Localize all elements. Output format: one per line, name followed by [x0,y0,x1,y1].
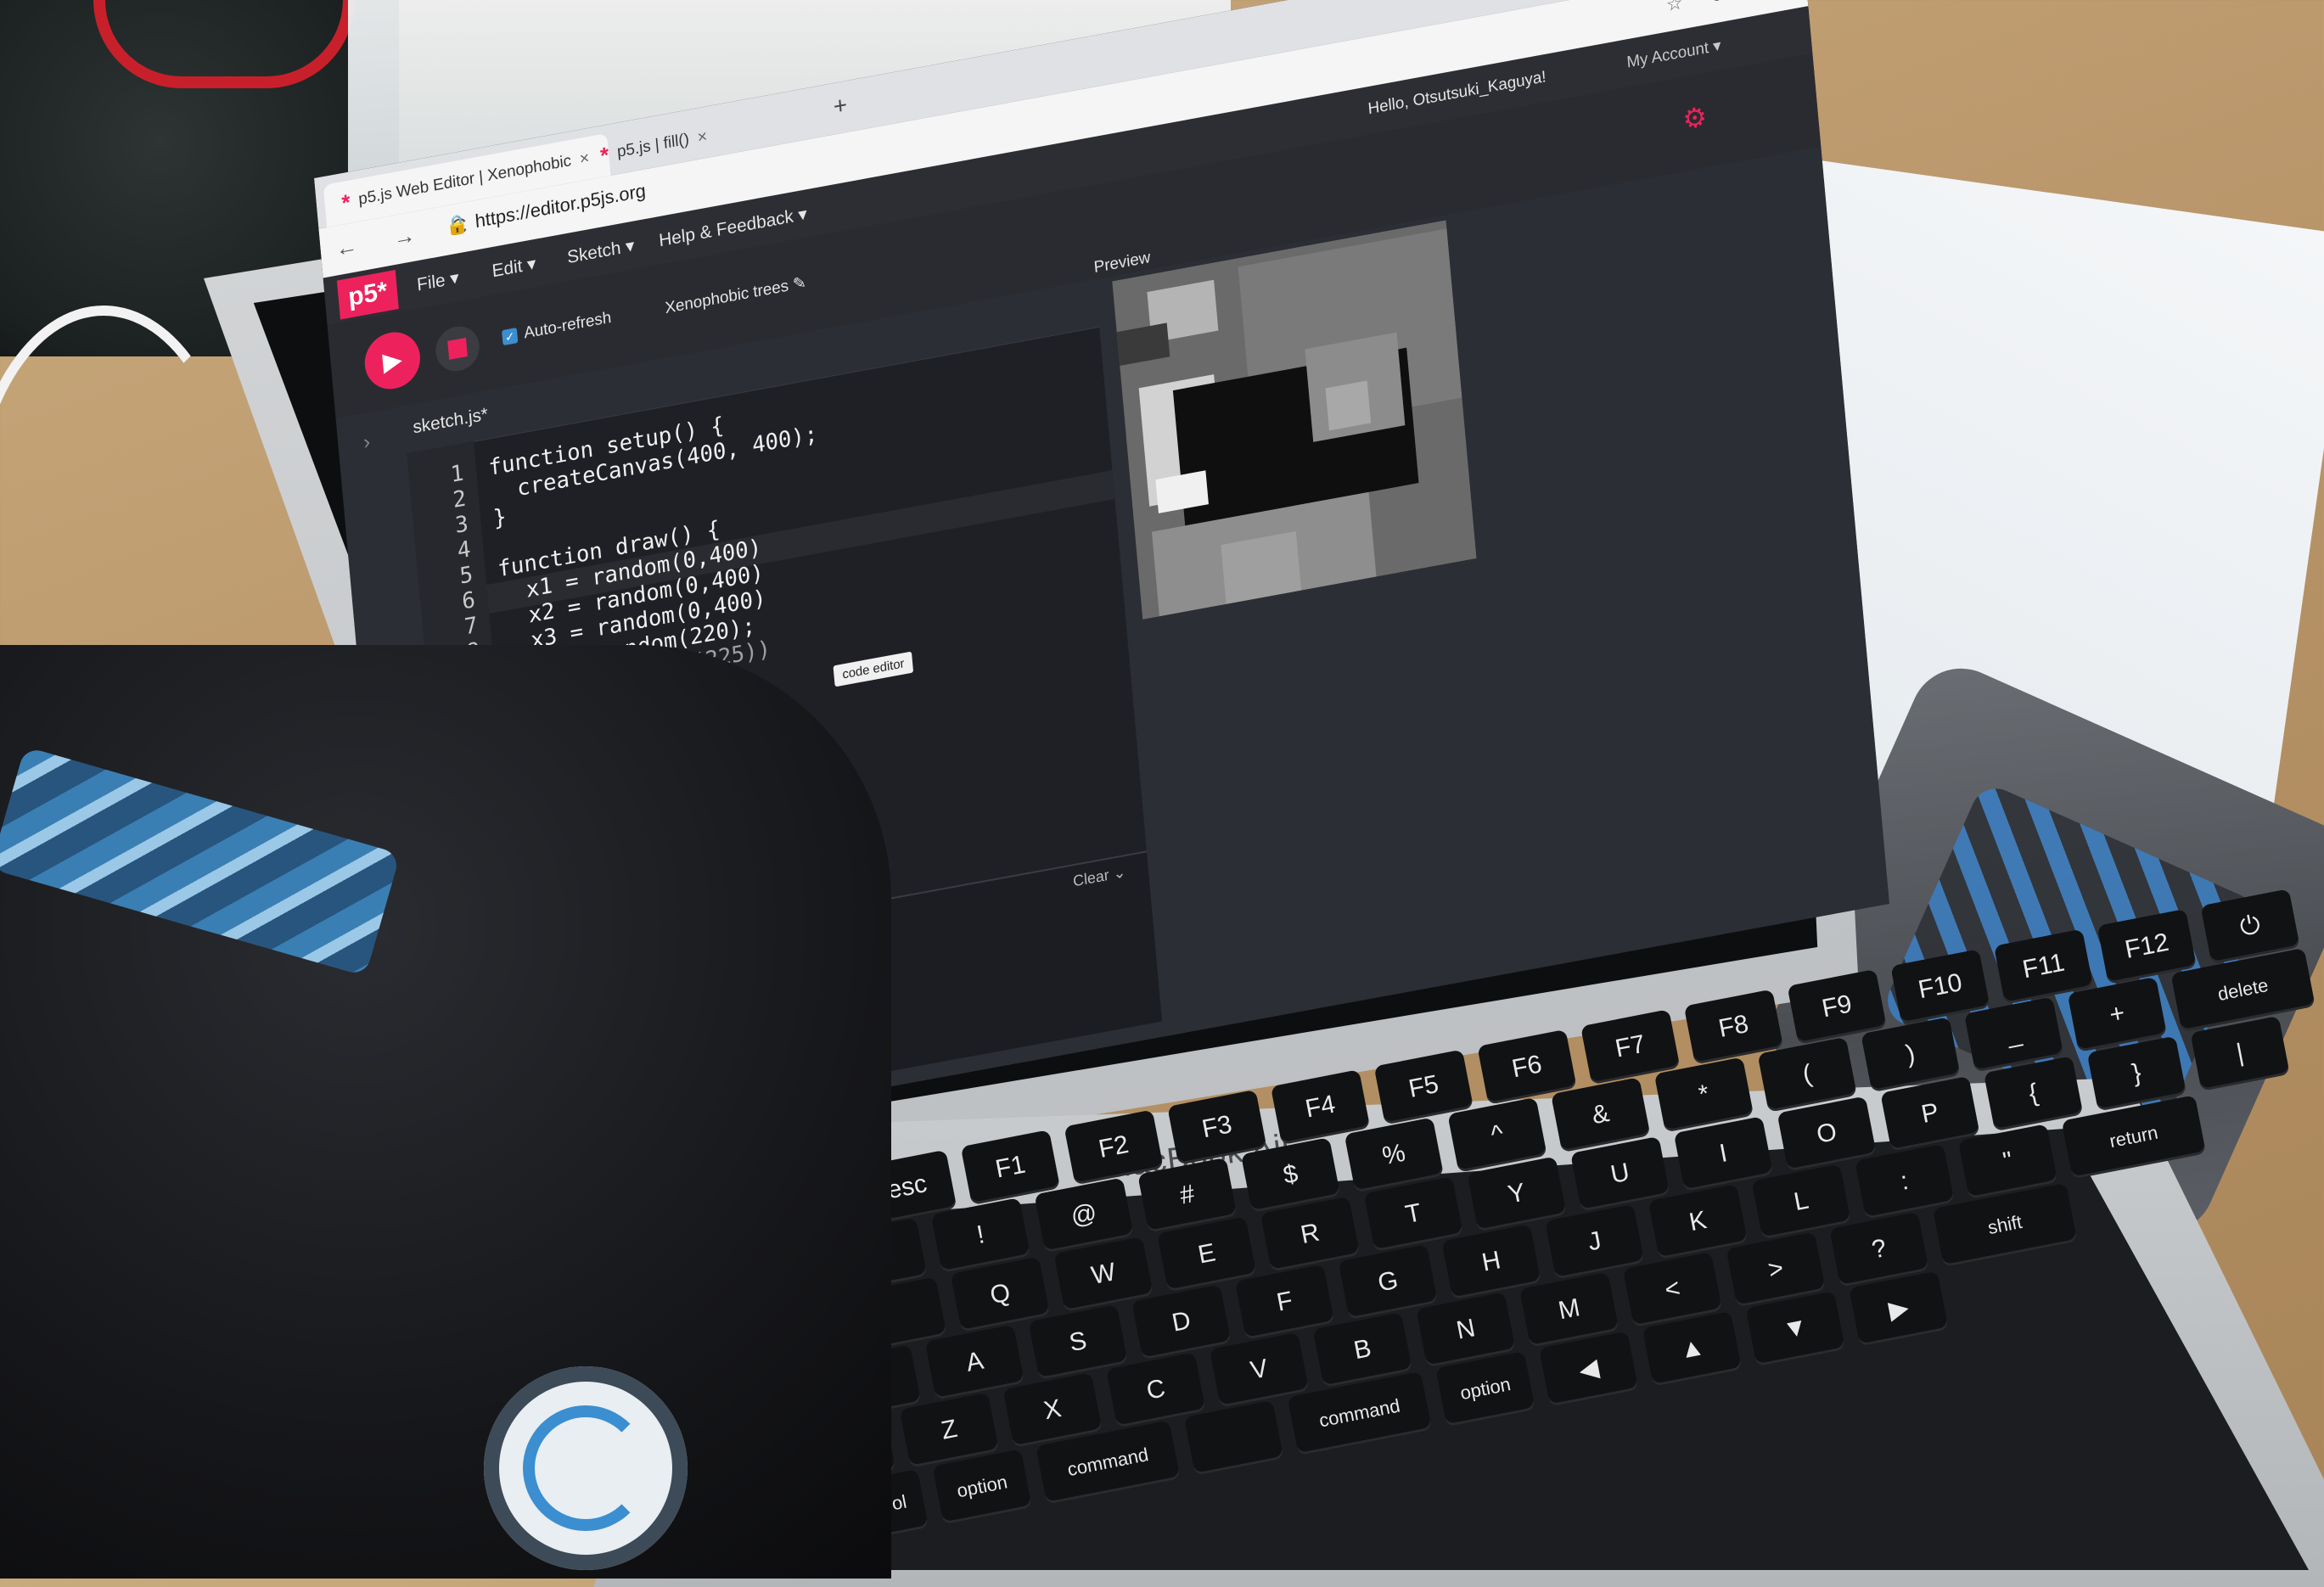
tab-title: p5.js | fill() [616,130,690,161]
code-line[interactable]: } [492,504,508,532]
chevron-right-icon[interactable]: › [362,430,371,455]
file-tab[interactable]: sketch.js* [412,404,489,438]
canvas-square [1325,380,1372,431]
backpack-patch [484,1366,688,1570]
close-tab-icon[interactable]: × [697,126,709,148]
sketch-canvas [1112,220,1477,620]
gear-icon[interactable]: ⚙ [1681,98,1718,137]
lock-icon: 🔒 [444,211,470,238]
checkbox-checked-icon[interactable]: ✓ [502,327,519,346]
p5-favicon-icon: * [340,188,351,216]
p5-favicon-icon: * [598,141,610,169]
new-tab-button[interactable]: + [833,91,849,121]
cloud-logo-icon [523,1405,648,1531]
stop-icon [447,337,468,360]
